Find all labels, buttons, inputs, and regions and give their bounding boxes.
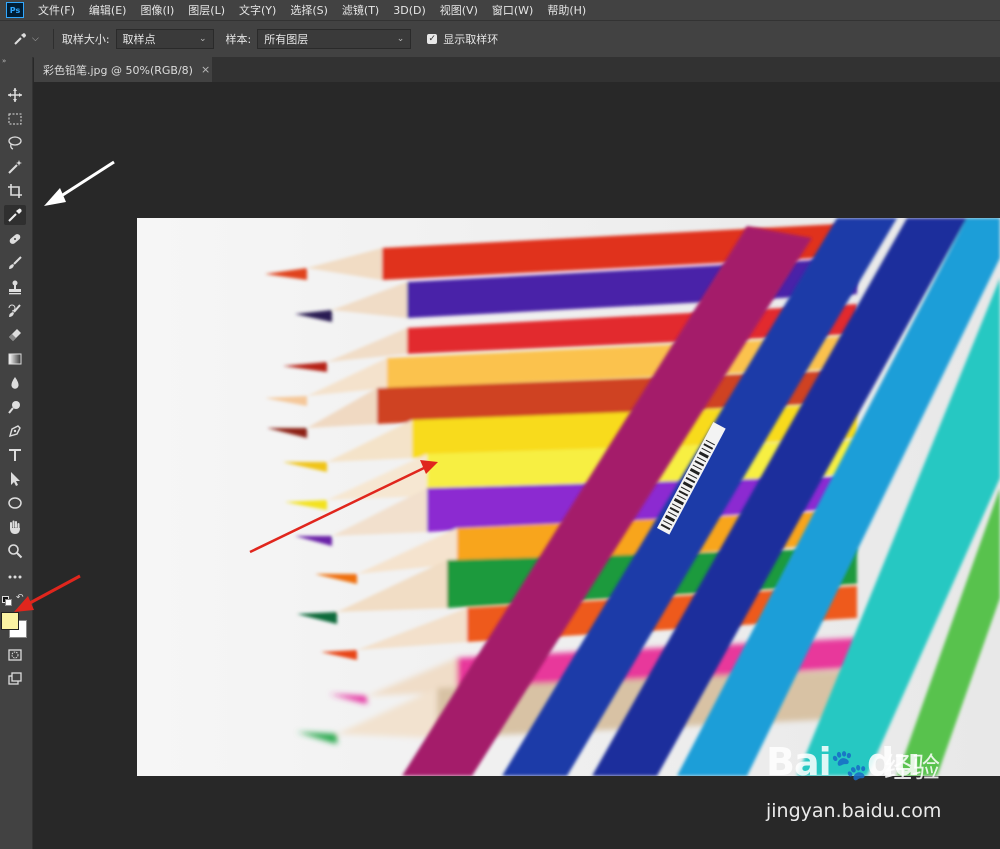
sample-value: 所有图层 — [264, 33, 309, 46]
screen-mode-icon[interactable] — [4, 669, 26, 689]
default-colors-icon[interactable] — [2, 596, 12, 606]
paw-icon: 🐾 — [830, 748, 868, 783]
lasso-tool-icon[interactable] — [4, 133, 26, 153]
sample-size-value: 取样点 — [122, 33, 156, 46]
show-ring-label[interactable]: 显示取样环 — [443, 31, 498, 47]
menu-bar: Ps 文件(F) 编辑(E) 图像(I) 图层(L) 文字(Y) 选择(S) 滤… — [0, 0, 1000, 20]
chevron-down-icon: ⌄ — [199, 34, 207, 44]
more-tools-icon[interactable] — [4, 567, 26, 587]
healing-brush-tool-icon[interactable] — [4, 229, 26, 249]
eraser-tool-icon[interactable] — [4, 325, 26, 345]
watermark-url: jingyan.baidu.com — [766, 800, 942, 822]
sample-size-select[interactable]: 取样点 ⌄ — [115, 29, 214, 49]
chevron-down-icon: ⌄ — [396, 34, 405, 44]
hand-tool-icon[interactable] — [4, 517, 26, 537]
menu-file[interactable]: 文件(F) — [38, 2, 75, 18]
divider — [52, 29, 54, 49]
watermark-brand: 经验 — [884, 751, 941, 784]
sample-size-label: 取样大小: — [61, 33, 110, 46]
document-tab[interactable]: 彩色铅笔.jpg @ 50%(RGB/8) × — [34, 57, 212, 82]
sample-select[interactable]: 所有图层 ⌄ — [257, 29, 412, 49]
show-ring-checkbox[interactable]: ✓ — [427, 34, 438, 44]
blur-tool-icon[interactable] — [4, 373, 26, 393]
colored-pencils-photo — [137, 218, 1000, 776]
menu-edit[interactable]: 编辑(E) — [89, 2, 127, 18]
quick-mask-icon[interactable] — [4, 645, 26, 665]
menu-layer[interactable]: 图层(L) — [188, 2, 225, 18]
options-bar: ⌵ 取样大小: 取样点 ⌄ 样本: 所有图层 ⌄ ✓ 显示取样环 — [0, 20, 1000, 58]
path-selection-tool-icon[interactable] — [4, 469, 26, 489]
collapse-panel-icon[interactable]: » — [2, 57, 6, 65]
sample-label: 样本: — [225, 33, 252, 46]
menu-type[interactable]: 文字(Y) — [239, 2, 276, 18]
menu-help[interactable]: 帮助(H) — [547, 2, 586, 18]
eyedropper-tool-icon[interactable] — [4, 205, 26, 225]
ellipse-tool-icon[interactable] — [4, 493, 26, 513]
document-image[interactable] — [137, 218, 1000, 776]
photoshop-logo: Ps — [6, 2, 24, 18]
menu-filter[interactable]: 滤镜(T) — [342, 2, 379, 18]
eyedropper-tool-preset-icon[interactable] — [12, 31, 28, 47]
swap-colors-icon[interactable]: ↶ — [16, 593, 24, 603]
dodge-tool-icon[interactable] — [4, 397, 26, 417]
menu-image[interactable]: 图像(I) — [140, 2, 174, 18]
move-tool-icon[interactable] — [4, 85, 26, 105]
magic-wand-tool-icon[interactable] — [4, 157, 26, 177]
gradient-tool-icon[interactable] — [4, 349, 26, 369]
close-icon[interactable]: × — [201, 63, 210, 76]
tool-preset-chevron-down-icon[interactable]: ⌵ — [32, 34, 39, 44]
crop-tool-icon[interactable] — [4, 181, 26, 201]
document-tab-bar: 彩色铅笔.jpg @ 50%(RGB/8) × — [34, 57, 1000, 82]
foreground-color-swatch[interactable] — [1, 612, 19, 630]
history-brush-tool-icon[interactable] — [4, 301, 26, 321]
brush-tool-icon[interactable] — [4, 253, 26, 273]
tools-panel: » ↶ — [0, 57, 33, 849]
clone-stamp-tool-icon[interactable] — [4, 277, 26, 297]
baidu-jingyan-watermark: Bai🐾du 经验 jingyan.baidu.com — [766, 740, 1000, 830]
pen-tool-icon[interactable] — [4, 421, 26, 441]
marquee-tool-icon[interactable] — [4, 109, 26, 129]
type-tool-icon[interactable] — [4, 445, 26, 465]
menu-3d[interactable]: 3D(D) — [393, 4, 426, 17]
menu-select[interactable]: 选择(S) — [290, 2, 328, 18]
document-tab-title: 彩色铅笔.jpg @ 50%(RGB/8) — [43, 63, 193, 77]
menu-window[interactable]: 窗口(W) — [492, 2, 533, 18]
menu-view[interactable]: 视图(V) — [440, 2, 478, 18]
zoom-tool-icon[interactable] — [4, 541, 26, 561]
watermark-logo-text: Bai — [766, 740, 832, 784]
